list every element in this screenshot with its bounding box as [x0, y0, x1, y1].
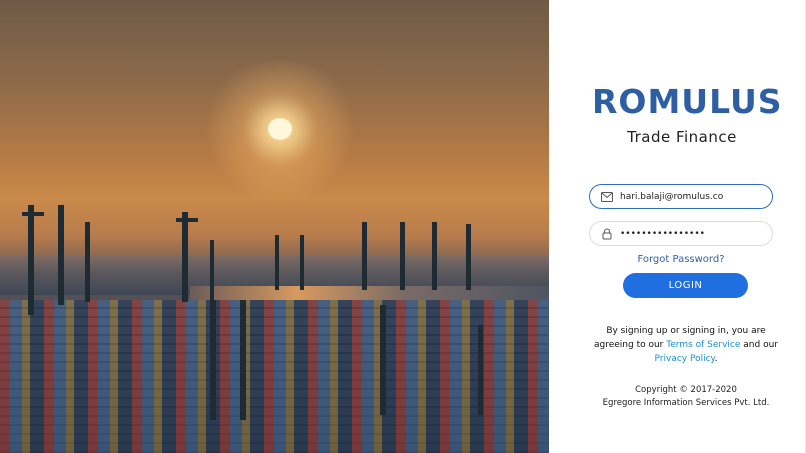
crane [210, 300, 216, 420]
crane [176, 218, 198, 222]
crane [466, 224, 471, 290]
lock-icon [600, 227, 614, 241]
crane [28, 205, 34, 315]
email-input[interactable] [620, 191, 770, 202]
crane [240, 300, 246, 420]
brand-logo: ROMULUS [592, 82, 783, 121]
copyright-text: Copyright © 2017-2020 [635, 385, 737, 395]
footer: Copyright © 2017-2020 Egregore Informati… [591, 384, 781, 410]
crane [362, 222, 367, 290]
terms-middle: and our [743, 340, 779, 350]
crane [275, 235, 279, 290]
login-button[interactable]: LOGIN [623, 273, 748, 298]
crane [58, 205, 64, 305]
password-field[interactable] [589, 221, 773, 246]
brand-subtitle: Trade Finance [627, 128, 737, 146]
container-yard [0, 300, 549, 453]
crane [300, 235, 304, 290]
crane [432, 222, 437, 290]
terms-notice: By signing up or signing in, you are agr… [591, 324, 781, 366]
email-field[interactable] [589, 184, 773, 209]
company-name: Egregore Information Services Pvt. Ltd. [602, 398, 770, 408]
privacy-policy-link[interactable]: Privacy Policy [655, 354, 715, 364]
terms-suffix: . [714, 354, 718, 364]
crane [210, 240, 214, 300]
crane [182, 212, 188, 302]
crane [400, 222, 405, 290]
terms-of-service-link[interactable]: Terms of Service [666, 340, 740, 350]
hero-image [0, 0, 549, 453]
crane [478, 325, 483, 415]
mail-icon [600, 190, 614, 204]
forgot-password-link[interactable]: Forgot Password? [592, 254, 770, 265]
password-input[interactable] [620, 228, 770, 239]
crane [85, 222, 90, 302]
crane [380, 305, 386, 415]
crane [22, 212, 44, 216]
sun [268, 118, 292, 140]
